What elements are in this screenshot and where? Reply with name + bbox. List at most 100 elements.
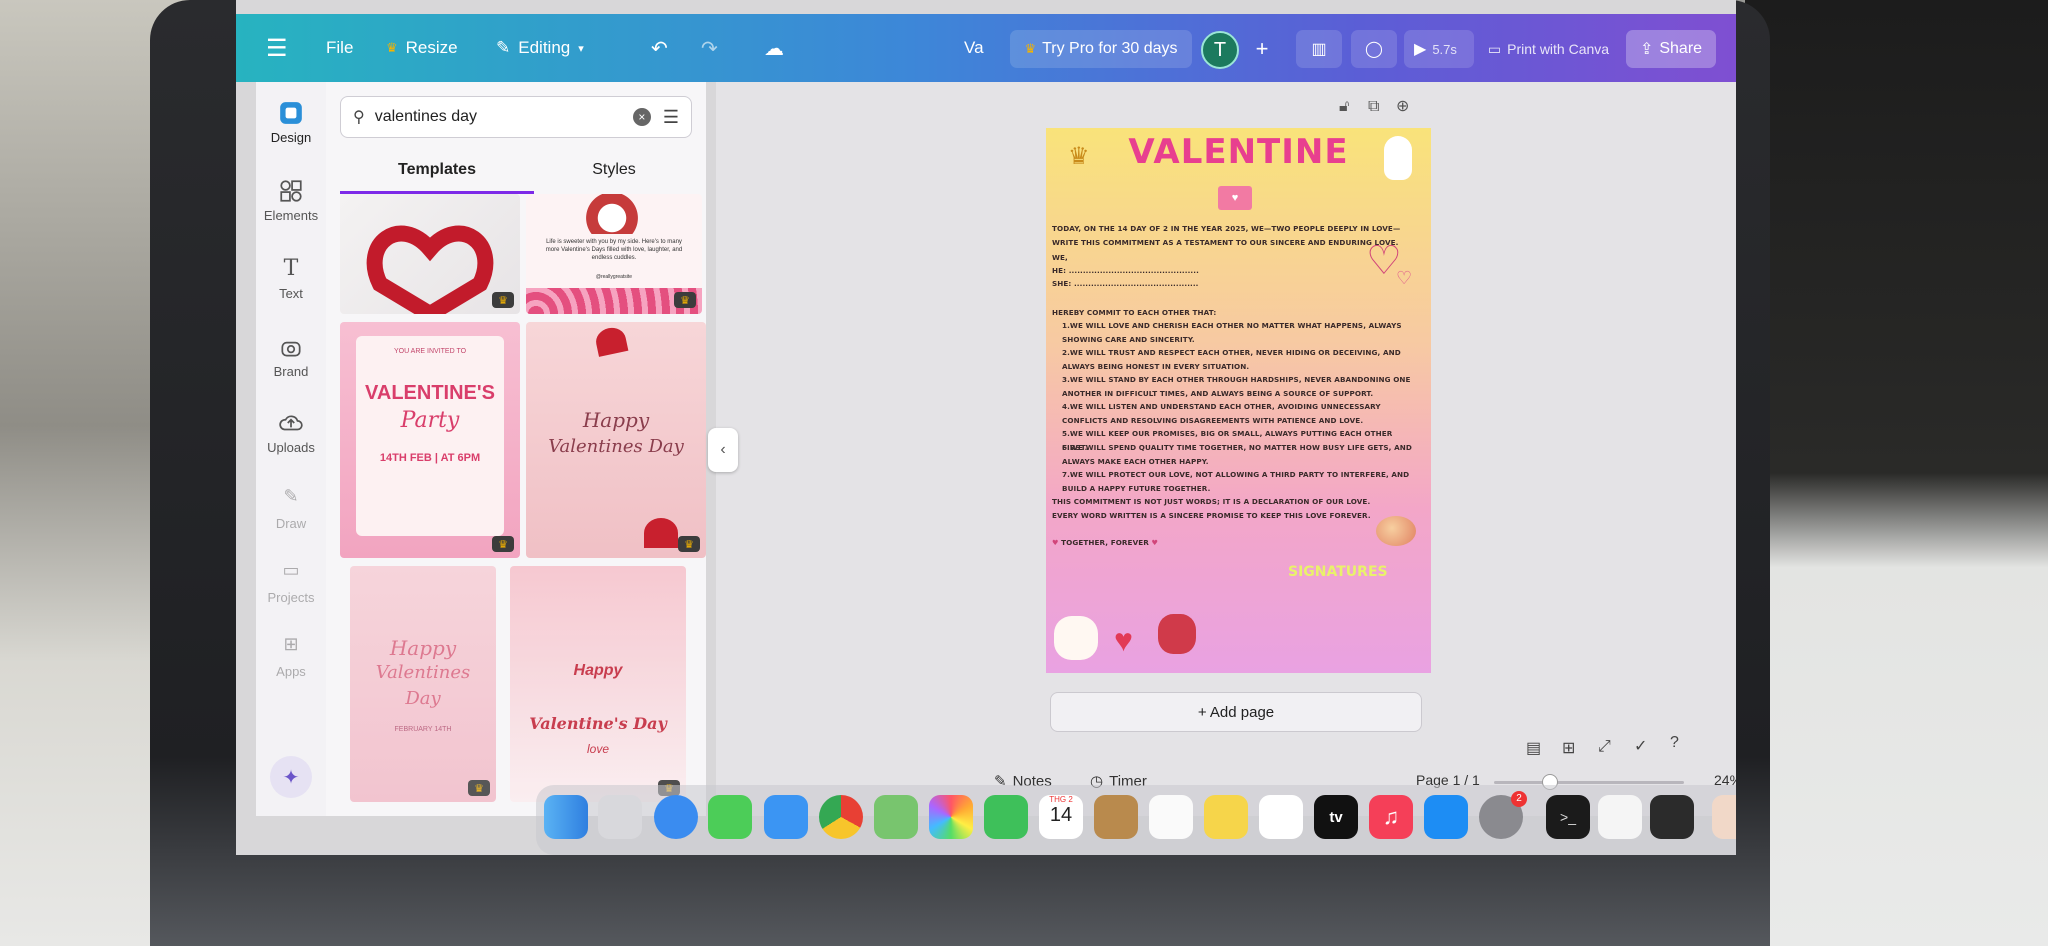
- rail-item-text[interactable]: T Text: [256, 256, 326, 301]
- print-icon: ▭: [1487, 40, 1502, 57]
- rail-item-projects[interactable]: ▭ Projects: [256, 560, 326, 605]
- commitment-item: 1.WE WILL LOVE AND CHERISH EACH OTHER NO…: [1062, 321, 1402, 344]
- try-pro-button[interactable]: ♛ Try Pro for 30 days: [1010, 30, 1192, 68]
- zoom-slider-track[interactable]: [1494, 781, 1684, 784]
- calendar-icon[interactable]: THG 2 14: [1039, 795, 1083, 839]
- commitment-item: 4.WE WILL LISTEN AND UNDERSTAND EACH OTH…: [1062, 402, 1381, 425]
- rail-item-design[interactable]: Design: [256, 100, 326, 145]
- rail-item-draw[interactable]: ✎ Draw: [256, 486, 326, 531]
- rail-item-apps[interactable]: ⊞ Apps: [256, 634, 326, 679]
- present-duration: 5.7s: [1432, 41, 1457, 57]
- mongodb-icon[interactable]: [1598, 795, 1642, 839]
- magic-assistant-icon[interactable]: ✦: [270, 756, 312, 798]
- terminal-icon[interactable]: >_: [1546, 795, 1590, 839]
- freeform-icon[interactable]: [1259, 795, 1303, 839]
- template-title: Happy: [389, 636, 457, 660]
- resize-button[interactable]: ♛ Resize: [386, 14, 458, 82]
- rail-label: Uploads: [267, 440, 315, 455]
- cupid-illustration: [1376, 516, 1416, 546]
- pro-crown-badge: ♛: [674, 292, 696, 308]
- comment-icon[interactable]: ◯: [1351, 30, 1397, 68]
- template-text: Life is sweeter with you by my side. Her…: [545, 239, 683, 261]
- together-label: TOGETHER, FOREVER: [1061, 538, 1149, 547]
- search-input[interactable]: valentines day: [375, 108, 633, 126]
- template-thumbnail[interactable]: Life is sweeter with you by my side. Her…: [526, 194, 702, 314]
- template-thumbnail[interactable]: YOU ARE INVITED TO VALENTINE'S Party 14T…: [340, 322, 520, 558]
- add-page-button[interactable]: + Add page: [1050, 692, 1422, 732]
- fullscreen-icon[interactable]: ⤢: [1598, 738, 1611, 756]
- pages-view-icon[interactable]: ▤: [1526, 738, 1541, 758]
- tab-styles[interactable]: Styles: [534, 148, 694, 192]
- template-thumbnail[interactable]: Happy Valentines Day ♛: [526, 322, 706, 558]
- notes-app-icon[interactable]: [1204, 795, 1248, 839]
- launchpad-icon[interactable]: [598, 795, 642, 839]
- tab-templates[interactable]: Templates: [340, 148, 534, 192]
- reminders-icon[interactable]: [1149, 795, 1193, 839]
- analytics-icon[interactable]: ▥: [1296, 30, 1342, 68]
- chrome-icon[interactable]: [819, 795, 863, 839]
- duplicate-icon[interactable]: ⧉: [1368, 98, 1379, 116]
- brand-icon: [281, 341, 301, 357]
- undo-icon[interactable]: ↶: [651, 14, 668, 82]
- safari-icon[interactable]: [654, 795, 698, 839]
- template-title-2: Valentine's Day: [529, 714, 667, 733]
- grid-view-icon[interactable]: ⊞: [1562, 738, 1575, 758]
- lock-icon[interactable]: 🔓︎: [1339, 98, 1349, 116]
- avatar[interactable]: T: [1201, 31, 1239, 69]
- maps-icon[interactable]: [874, 795, 918, 839]
- music-icon[interactable]: ♫: [1369, 795, 1413, 839]
- clear-icon[interactable]: ×: [632, 108, 651, 126]
- photos-icon[interactable]: [929, 795, 973, 839]
- messages-icon[interactable]: [708, 795, 752, 839]
- finder-icon[interactable]: [544, 795, 588, 839]
- resize-label: Resize: [405, 38, 458, 57]
- rail-item-elements[interactable]: Elements: [256, 178, 326, 223]
- redo-icon[interactable]: ↷: [701, 14, 718, 82]
- template-title-script: Party: [400, 408, 460, 433]
- file-menu[interactable]: File: [326, 14, 353, 82]
- system-settings-icon[interactable]: 2: [1479, 791, 1527, 839]
- template-thumbnail[interactable]: Happy Valentines Day FEBRUARY 14TH ♛: [350, 566, 496, 802]
- top-toolbar: ☰ File ♛ Resize ✎ Editing ▾ ↶ ↷ ☁ Va ♛ T…: [236, 14, 1736, 82]
- commitment-item: 6.WE WILL SPEND QUALITY TIME TOGETHER, N…: [1062, 443, 1412, 466]
- contacts-icon[interactable]: [1094, 795, 1138, 839]
- search-box[interactable]: ⚲ valentines day × ☰: [340, 96, 692, 138]
- document-title[interactable]: Va: [964, 14, 984, 82]
- pro-crown-badge: ♛: [468, 780, 490, 796]
- help-icon[interactable]: ?: [1670, 734, 1679, 752]
- rail-item-brand[interactable]: Brand: [256, 334, 326, 379]
- pro-crown-badge: ♛: [492, 292, 514, 308]
- editing-mode-button[interactable]: ✎ Editing ▾: [496, 14, 584, 82]
- collapse-panel-button[interactable]: ‹: [708, 428, 738, 472]
- template-thumbnail[interactable]: Happy Valentine's Day love ♛: [510, 566, 686, 802]
- add-collaborator-icon[interactable]: +: [1244, 30, 1280, 68]
- template-thumbnail[interactable]: ♛: [340, 194, 520, 314]
- rail-item-uploads[interactable]: Uploads: [256, 410, 326, 455]
- filter-icon[interactable]: ☰: [663, 107, 679, 128]
- heart-icon: ♡: [1396, 268, 1413, 288]
- virtualbox-icon[interactable]: [1650, 795, 1694, 839]
- play-icon: ▶: [1414, 41, 1427, 58]
- document-closing: THIS COMMITMENT IS NOT JUST WORDS; IT IS…: [1052, 497, 1371, 520]
- downloads-stack-icon[interactable]: [1712, 795, 1736, 839]
- cloud-saved-icon[interactable]: ☁: [764, 14, 784, 82]
- add-page-icon[interactable]: ⊕: [1396, 96, 1409, 116]
- mail-icon[interactable]: [764, 795, 808, 839]
- facetime-icon[interactable]: [984, 795, 1028, 839]
- share-button[interactable]: ⇪ Share: [1626, 30, 1716, 68]
- check-icon[interactable]: ✓: [1634, 736, 1647, 756]
- tv-label: tv: [1329, 808, 1343, 826]
- print-with-canva-button[interactable]: ▭ Print with Canva: [1486, 30, 1611, 68]
- search-icon: ⚲: [353, 109, 365, 126]
- template-sub: @reallygreatsite: [595, 274, 633, 280]
- crown-icon: ♛: [386, 40, 398, 55]
- present-button[interactable]: ▶ 5.7s: [1404, 30, 1474, 68]
- design-page[interactable]: ♛ VALENTINE ♥ TODAY, ON THE 14 DAY OF 2 …: [1046, 128, 1431, 673]
- hamburger-icon[interactable]: ☰: [266, 14, 288, 82]
- app-store-icon[interactable]: [1424, 795, 1468, 839]
- apple-tv-icon[interactable]: tv: [1314, 795, 1358, 839]
- rail-label: Design: [270, 130, 312, 145]
- screen: ☰ File ♛ Resize ✎ Editing ▾ ↶ ↷ ☁ Va ♛ T…: [236, 0, 1736, 855]
- heart-icon: ♥: [1052, 538, 1059, 547]
- background-right: [1745, 0, 2048, 946]
